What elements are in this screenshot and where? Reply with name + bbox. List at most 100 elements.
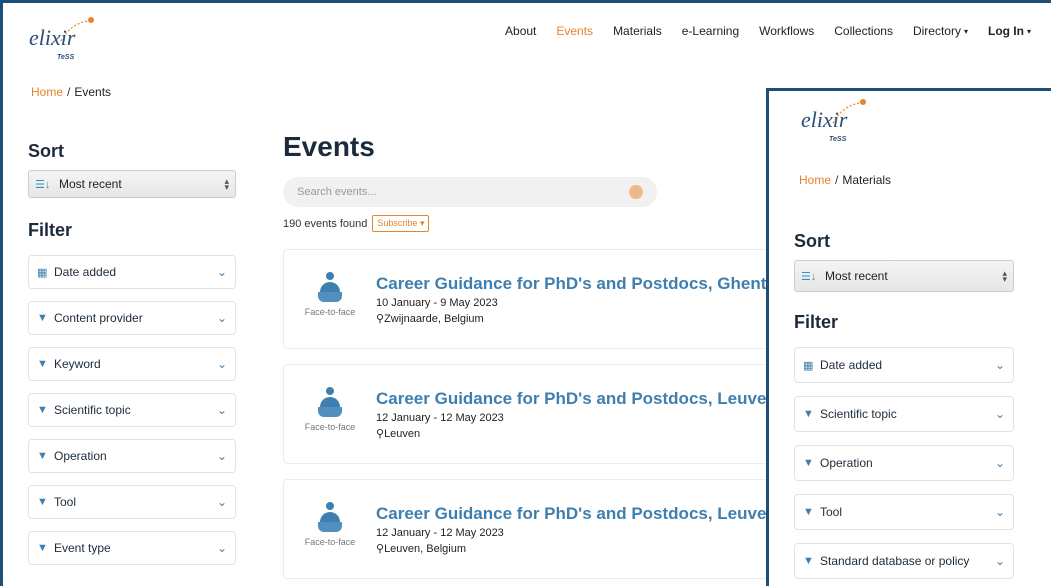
subscribe-label: Subscribe <box>377 218 418 228</box>
facet-scientific-topic[interactable]: ▼ Scientific topic ⌄ <box>794 396 1014 432</box>
sort-value: Most recent <box>825 269 888 283</box>
breadcrumb-separator: / <box>835 173 839 187</box>
filter-icon: ▼ <box>803 506 814 518</box>
icon-part <box>326 272 334 280</box>
event-title-link[interactable]: Career Guidance for PhD's and Postdocs, … <box>376 389 777 409</box>
facet-standard-database-policy[interactable]: ▼ Standard database or policy ⌄ <box>794 543 1014 579</box>
chevron-down-icon: ⌄ <box>994 554 1005 568</box>
breadcrumb-current: Events <box>74 85 112 99</box>
icon-part <box>320 397 340 407</box>
facet-label: Scientific topic <box>820 407 897 421</box>
facet-date-added[interactable]: ▦ Date added ⌄ <box>28 255 236 289</box>
facet-tool[interactable]: ▼ Tool ⌄ <box>794 494 1014 530</box>
nav-elearning[interactable]: e-Learning <box>672 24 749 38</box>
filter-icon: ▼ <box>37 496 48 508</box>
location-pin-icon: ⚲ <box>376 313 385 325</box>
elixir-tess-logo[interactable]: elixir TeSS <box>27 15 97 65</box>
results-summary: 190 events found Subscribe ▾ <box>283 215 783 232</box>
person-at-desk-icon <box>318 387 342 419</box>
select-arrows-icon: ▴ ▾ <box>1002 268 1007 284</box>
facet-tool[interactable]: ▼ Tool ⌄ <box>28 485 236 519</box>
search-input[interactable]: Search events... <box>283 177 657 207</box>
event-location: ⚲Zwijnaarde, Belgium <box>376 312 484 325</box>
breadcrumb-home-link[interactable]: Home <box>31 85 63 99</box>
filter-icon: ▼ <box>803 555 814 567</box>
search-icon[interactable] <box>629 185 643 199</box>
facet-date-added[interactable]: ▦ Date added ⌄ <box>794 347 1014 383</box>
event-location: ⚲Leuven <box>376 427 420 440</box>
facet-content-provider[interactable]: ▼ Content provider ⌄ <box>28 301 236 335</box>
facet-operation[interactable]: ▼ Operation ⌄ <box>28 439 236 473</box>
filter-icon: ▼ <box>37 450 48 462</box>
icon-part <box>326 502 334 510</box>
location-pin-icon: ⚲ <box>376 428 385 440</box>
elixir-tess-logo[interactable]: elixir TeSS <box>799 97 869 147</box>
event-date: 12 January - 12 May 2023 <box>376 412 504 424</box>
facet-operation[interactable]: ▼ Operation ⌄ <box>794 445 1014 481</box>
event-location-text: Leuven <box>384 428 421 440</box>
filter-icon: ▼ <box>37 542 48 554</box>
facet-scientific-topic[interactable]: ▼ Scientific topic ⌄ <box>28 393 236 427</box>
face-to-face-icon: Face-to-face <box>298 387 362 432</box>
nav-directory-label: Directory <box>912 24 961 38</box>
facet-label: Scientific topic <box>54 403 131 417</box>
facet-label: Keyword <box>54 357 101 371</box>
face-to-face-icon: Face-to-face <box>298 272 362 317</box>
sort-icon: ☰↓ <box>801 270 817 283</box>
calendar-icon: ▦ <box>803 359 814 372</box>
event-card[interactable]: Face-to-face Career Guidance for PhD's a… <box>283 479 803 579</box>
location-pin-icon: ⚲ <box>376 543 385 555</box>
svg-text:elixir: elixir <box>29 25 76 50</box>
chevron-down-icon: ⌄ <box>216 495 227 509</box>
nav-login-dropdown[interactable]: Log In ▾ <box>978 24 1041 38</box>
facet-label: Content provider <box>54 311 143 325</box>
filter-icon: ▼ <box>803 457 814 469</box>
breadcrumb: Home / Materials <box>799 173 891 187</box>
svg-text:elixir: elixir <box>801 107 848 132</box>
chevron-down-icon: ⌄ <box>994 456 1005 470</box>
chevron-down-icon: ⌄ <box>216 449 227 463</box>
facet-label: Standard database or policy <box>820 554 970 568</box>
facet-label: Tool <box>820 505 843 519</box>
event-card[interactable]: Face-to-face Career Guidance for PhD's a… <box>283 249 803 349</box>
icon-part <box>326 387 334 395</box>
chevron-down-icon: ⌄ <box>994 358 1005 372</box>
nav-events[interactable]: Events <box>546 24 603 38</box>
caret-down-icon: ▾ <box>963 27 968 36</box>
person-at-desk-icon <box>318 272 342 304</box>
nav-workflows[interactable]: Workflows <box>749 24 824 38</box>
filter-heading: Filter <box>794 312 839 332</box>
chevron-down-icon: ⌄ <box>216 311 227 325</box>
caret-down-icon: ▾ <box>1026 27 1031 36</box>
icon-part <box>318 522 342 532</box>
breadcrumb-current: Materials <box>842 173 892 187</box>
chevron-down-icon: ⌄ <box>216 541 227 555</box>
chevron-down-icon: ⌄ <box>994 407 1005 421</box>
chevron-down-icon: ⌄ <box>216 265 227 279</box>
event-card[interactable]: Face-to-face Career Guidance for PhD's a… <box>283 364 803 464</box>
chevron-down-icon: ⌄ <box>216 357 227 371</box>
nav-about[interactable]: About <box>495 24 546 38</box>
subscribe-button[interactable]: Subscribe ▾ <box>372 215 430 232</box>
facet-event-type[interactable]: ▼ Event type ⌄ <box>28 531 236 565</box>
filter-icon: ▼ <box>37 358 48 370</box>
svg-text:TeSS: TeSS <box>57 54 75 61</box>
filter-icon: ▼ <box>37 312 48 324</box>
materials-sidebar: Sort ☰↓ Most recent ▴ ▾ Filter ▦ Date adde… <box>794 231 1019 586</box>
nav-collections[interactable]: Collections <box>824 24 903 38</box>
sort-select[interactable]: ☰↓ Most recent ▴ ▾ <box>794 260 1014 292</box>
facet-keyword[interactable]: ▼ Keyword ⌄ <box>28 347 236 381</box>
event-mode: Face-to-face <box>304 537 356 547</box>
event-title-link[interactable]: Career Guidance for PhD's and Postdocs, … <box>376 274 766 294</box>
nav-materials[interactable]: Materials <box>603 24 672 38</box>
nav-directory-dropdown[interactable]: Directory ▾ <box>903 24 978 38</box>
event-title-link[interactable]: Career Guidance for PhD's and Postdocs, … <box>376 504 777 524</box>
sort-select[interactable]: ☰↓ Most recent ▴ ▾ <box>28 170 236 198</box>
icon-part <box>318 407 342 417</box>
breadcrumb-separator: / <box>67 85 71 99</box>
event-date: 10 January - 9 May 2023 <box>376 297 498 309</box>
breadcrumb-home-link[interactable]: Home <box>799 173 831 187</box>
facet-label: Date added <box>54 265 117 279</box>
main-nav: About Events Materials e-Learning Workfl… <box>495 24 1041 38</box>
facet-label: Event type <box>54 541 111 555</box>
